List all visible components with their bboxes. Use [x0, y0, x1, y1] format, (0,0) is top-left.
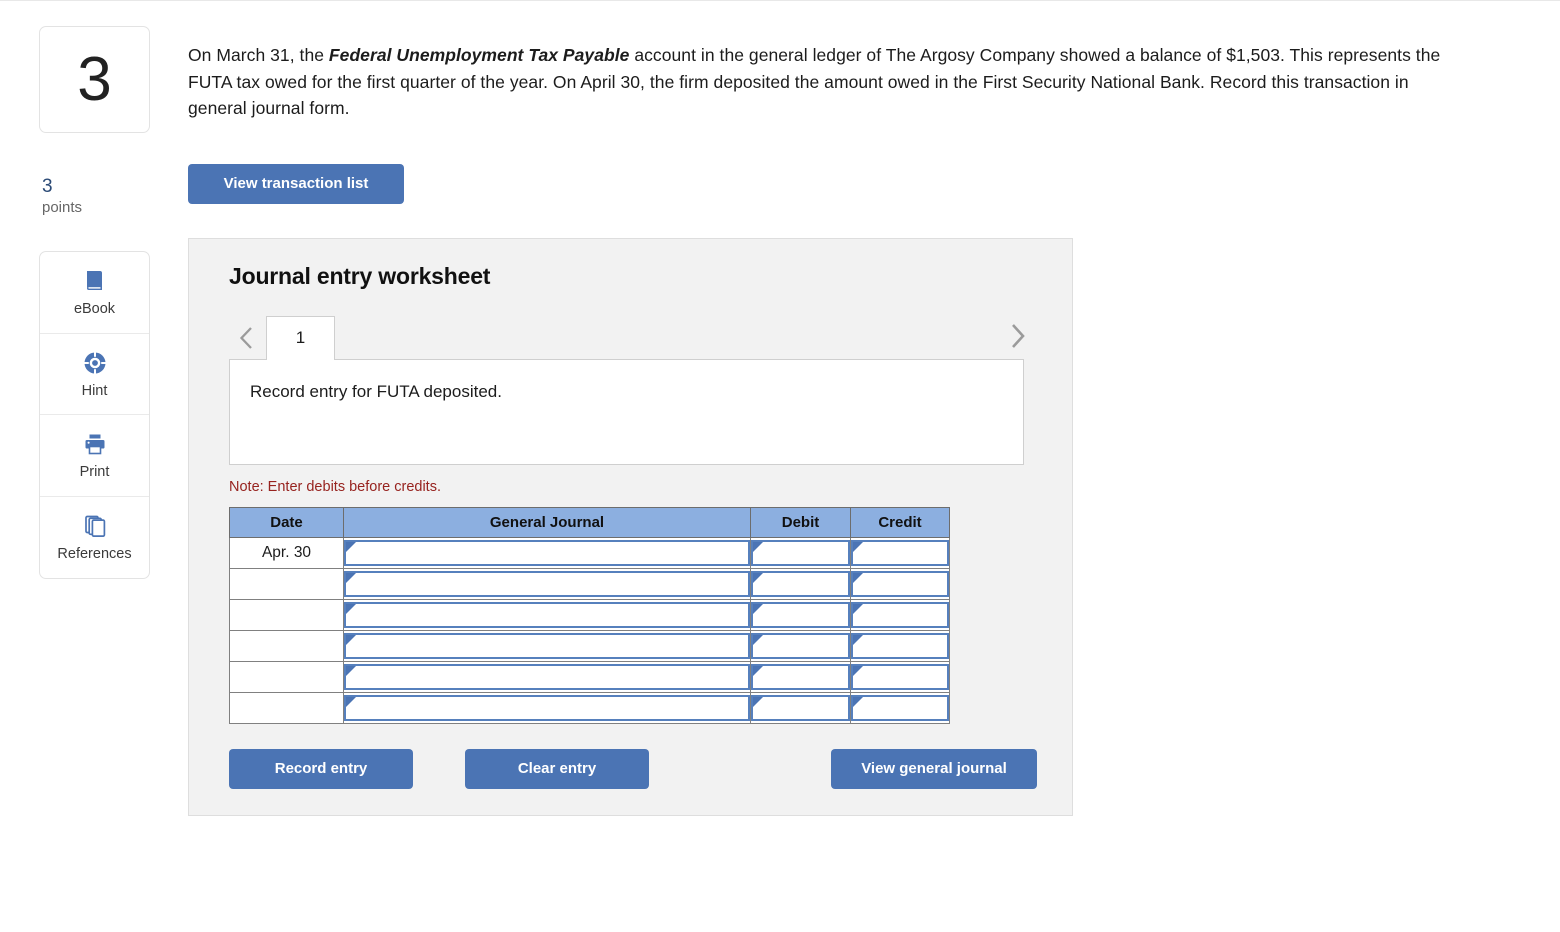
table-row: [229, 660, 950, 693]
date-cell: [229, 598, 344, 631]
worksheet-tab-1[interactable]: 1: [266, 315, 335, 360]
table-header-row: Date General Journal Debit Credit: [229, 506, 950, 538]
debit-input[interactable]: [751, 539, 850, 566]
credit-input[interactable]: [851, 601, 949, 628]
general-journal-cell: [343, 691, 751, 724]
debit-input[interactable]: [751, 632, 850, 659]
clear-entry-button[interactable]: Clear entry: [465, 748, 649, 789]
date-cell: [229, 629, 344, 662]
question-text-part1: On March 31, the: [188, 45, 329, 65]
tool-print[interactable]: Print: [40, 415, 149, 497]
book-icon: [82, 268, 108, 294]
worksheet-actions: Record entry Clear entry View general jo…: [229, 748, 1037, 789]
top-divider: [0, 0, 1560, 1]
debit-cell: [750, 660, 851, 693]
general-journal-input[interactable]: [344, 601, 750, 628]
record-entry-button[interactable]: Record entry: [229, 748, 413, 789]
view-transaction-list-button[interactable]: View transaction list: [188, 163, 404, 204]
lifering-icon: [82, 350, 108, 376]
debit-input[interactable]: [751, 663, 850, 690]
credit-input[interactable]: [851, 632, 949, 659]
table-row: [229, 598, 950, 631]
general-journal-input[interactable]: [344, 663, 750, 690]
credit-input[interactable]: [851, 663, 949, 690]
general-journal-table: Date General Journal Debit Credit Apr. 3…: [229, 506, 950, 724]
general-journal-input[interactable]: [344, 632, 750, 659]
general-journal-input[interactable]: [344, 570, 750, 597]
question-text-emphasis: Federal Unemployment Tax Payable: [328, 45, 630, 65]
debit-cell: [750, 691, 851, 724]
question-number: 3: [77, 44, 112, 114]
printer-icon: [82, 431, 108, 457]
column-header-general-journal: General Journal: [343, 506, 751, 538]
credit-cell: [850, 691, 950, 724]
date-cell: Apr. 30: [229, 536, 344, 569]
date-cell: [229, 567, 344, 600]
worksheet-tabstrip: 1: [229, 314, 1034, 360]
question-number-box: 3: [39, 26, 150, 133]
points-value: 3: [42, 176, 53, 197]
table-row: Apr. 30: [229, 536, 950, 569]
main-column: On March 31, the Federal Unemployment Ta…: [188, 42, 1488, 816]
credit-cell: [850, 629, 950, 662]
credit-cell: [850, 598, 950, 631]
general-journal-input[interactable]: [344, 539, 750, 566]
points-block: 3 points: [39, 176, 150, 217]
tool-hint[interactable]: Hint: [40, 334, 149, 416]
general-journal-cell: [343, 536, 751, 569]
column-header-date: Date: [229, 506, 344, 538]
date-cell: [229, 691, 344, 724]
tool-references-label: References: [57, 546, 132, 563]
general-journal-cell: [343, 598, 751, 631]
tool-ebook-label: eBook: [73, 301, 116, 318]
tool-hint-label: Hint: [81, 382, 108, 399]
table-row: [229, 629, 950, 662]
credit-input[interactable]: [851, 694, 949, 721]
worksheet-tab-1-label: 1: [295, 328, 306, 348]
debit-cell: [750, 598, 851, 631]
column-header-debit: Debit: [750, 506, 851, 538]
question-text: On March 31, the Federal Unemployment Ta…: [188, 42, 1453, 122]
tool-ebook[interactable]: eBook: [40, 252, 149, 334]
chevron-left-icon[interactable]: [229, 316, 263, 360]
table-row: [229, 567, 950, 600]
date-cell: [229, 660, 344, 693]
tool-references[interactable]: References: [40, 497, 149, 579]
general-journal-cell: [343, 629, 751, 662]
credit-input[interactable]: [851, 539, 949, 566]
worksheet-description: Record entry for FUTA deposited.: [250, 381, 502, 401]
table-row: [229, 691, 950, 724]
debit-cell: [750, 629, 851, 662]
debit-input[interactable]: [751, 570, 850, 597]
tool-print-label: Print: [79, 464, 110, 481]
column-header-credit: Credit: [850, 506, 950, 538]
credit-input[interactable]: [851, 570, 949, 597]
credit-cell: [850, 536, 950, 569]
debit-input[interactable]: [751, 601, 850, 628]
general-journal-input[interactable]: [344, 694, 750, 721]
points-label: points: [42, 198, 83, 216]
debit-input[interactable]: [751, 694, 850, 721]
worksheet-description-box: Record entry for FUTA deposited.: [229, 358, 1024, 465]
worksheet-title: Journal entry worksheet: [229, 262, 491, 289]
tool-panel: eBook Hint Print References: [39, 251, 150, 580]
copy-pages-icon: [82, 513, 108, 539]
debit-cell: [750, 536, 851, 569]
credit-cell: [850, 567, 950, 600]
general-journal-cell: [343, 567, 751, 600]
debit-cell: [750, 567, 851, 600]
left-rail: 3 3 points eBook Hint Print References: [39, 26, 150, 580]
debits-before-credits-note: Note: Enter debits before credits.: [229, 478, 441, 495]
credit-cell: [850, 660, 950, 693]
journal-entry-worksheet-panel: Journal entry worksheet 1 Record entry f…: [188, 237, 1073, 816]
general-journal-cell: [343, 660, 751, 693]
view-general-journal-button[interactable]: View general journal: [831, 748, 1037, 789]
chevron-right-icon[interactable]: [1000, 314, 1034, 358]
